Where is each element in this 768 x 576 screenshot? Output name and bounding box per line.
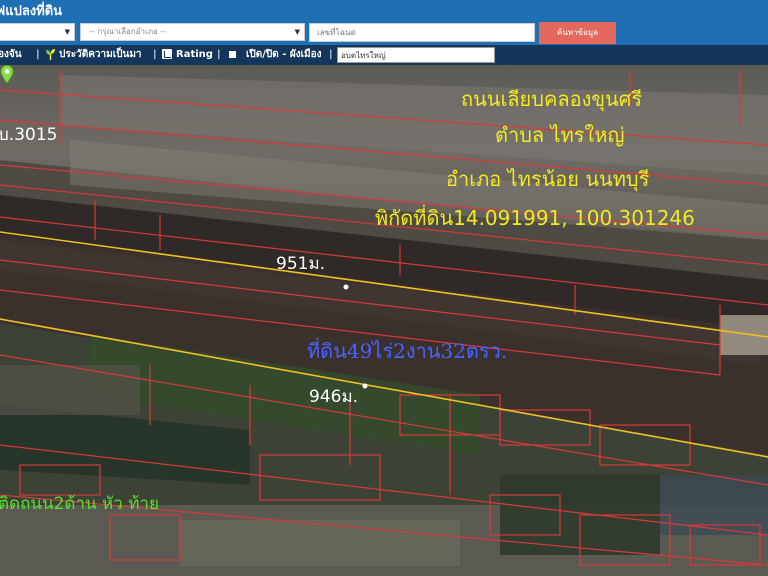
province-select[interactable]: ▼ [0, 23, 75, 41]
toolbar-item-district[interactable]: องจัน [0, 48, 22, 62]
chevron-down-icon: ▼ [294, 28, 300, 36]
road-frontage-label: ติดถนน2ด้าน หัว ท้าย [0, 494, 159, 514]
app-header: ฟแปลงที่ดิน ▼ -- กรุณาเลือกอำเภอ -- ▼ ค้… [0, 0, 768, 45]
toolbar-item-history-label: ประวัติความเป็นมา [59, 49, 142, 60]
parcel-number-label: บ.3015 [0, 125, 58, 145]
land-area-label: ที่ดิน49ไร่2งาน32ตรว. [307, 339, 508, 363]
toolbar-divider: | [329, 49, 333, 60]
toolbar-divider: | [217, 49, 221, 60]
app-title: ฟแปลงที่ดิน [0, 4, 63, 19]
satellite-map[interactable]: ถนนเลียบคลองขุนศรี ตำบล ไทรใหญ่ อำเภอ ไท… [0, 65, 768, 576]
district-province-label: อำเภอ ไทรน้อย นนทบุรี [446, 167, 650, 191]
chevron-down-icon: ▼ [64, 28, 70, 36]
toolbar-item-rating-label: Rating [176, 49, 213, 60]
coordinates-label: พิกัดที่ดิน14.091991, 100.301246 [375, 206, 695, 230]
district-select[interactable]: -- กรุณาเลือกอำเภอ -- ▼ [80, 23, 305, 41]
top-distance-marker [343, 284, 349, 290]
bottom-distance-label: 946ม. [309, 387, 359, 407]
toolbar-item-history[interactable]: ประวัติความเป็นมา [46, 48, 142, 62]
sprout-icon [46, 48, 55, 60]
toolbar-item-rating[interactable]: Rating [162, 48, 213, 62]
toolbar-divider: | [153, 49, 157, 60]
bottom-distance-marker [362, 383, 368, 389]
place-search-input[interactable] [337, 47, 495, 63]
chart-icon [162, 49, 172, 59]
subdistrict-label: ตำบล ไทรใหญ่ [495, 123, 625, 147]
district-select-value: -- กรุณาเลือกอำเภอ -- [89, 27, 167, 36]
map-pin-icon[interactable] [0, 65, 14, 83]
square-toggle-icon [229, 50, 236, 58]
road-name-label: ถนนเลียบคลองขุนศรี [461, 87, 643, 111]
top-distance-label: 951ม. [276, 254, 326, 274]
toolbar-item-zoning-label: เปิด/ปิด - ผังเมือง [246, 49, 322, 60]
parcel-number-input[interactable] [309, 23, 535, 42]
toolbar-divider: | [36, 49, 40, 60]
search-button[interactable]: ค้นหาข้อมูล [539, 22, 616, 44]
toolbar-item-zoning[interactable]: เปิด/ปิด - ผังเมือง [229, 48, 322, 62]
